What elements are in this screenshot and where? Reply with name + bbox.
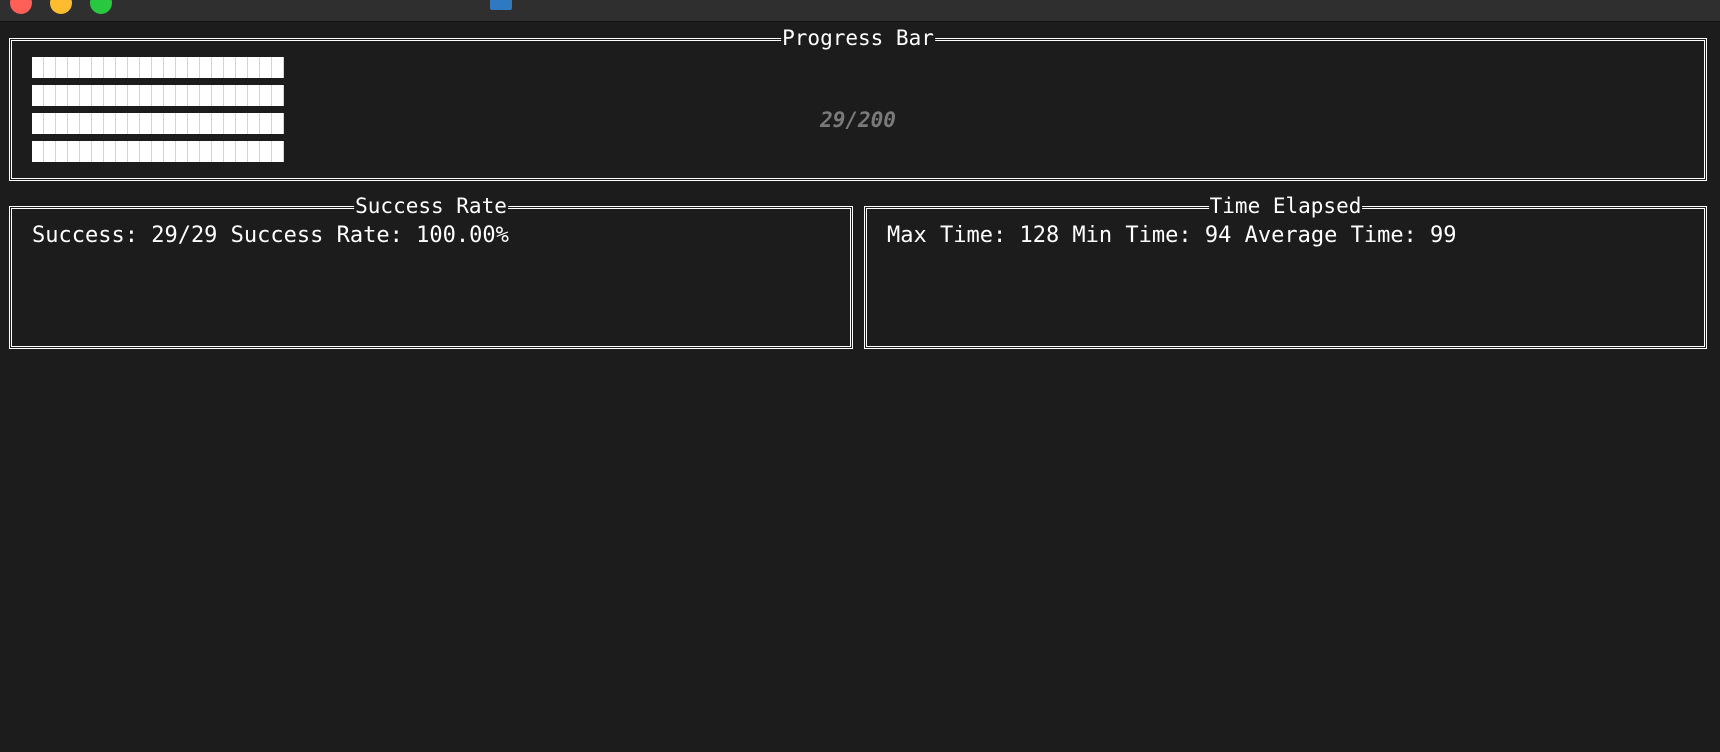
progress-bar-row: [32, 85, 284, 106]
progress-bar-title: Progress Bar: [781, 26, 935, 50]
progress-bar-fill: [32, 141, 284, 162]
progress-bar-fill: [32, 85, 284, 106]
success-rate-text: Success: 29/29 Success Rate: 100.00%: [32, 223, 509, 248]
time-elapsed-title: Time Elapsed: [1208, 194, 1363, 218]
progress-bar-fill: [32, 113, 284, 134]
progress-count-label: 29/200: [820, 108, 896, 132]
progress-bar-panel: Progress Bar 29/200: [9, 26, 1707, 181]
time-elapsed-text: Max Time: 128 Min Time: 94 Average Time:…: [887, 223, 1457, 248]
progress-bar-fill: [32, 57, 284, 78]
progress-bar-row: [32, 113, 284, 134]
maximize-window-button[interactable]: [90, 0, 112, 14]
window-titlebar: [0, 0, 1720, 22]
terminal-icon: [490, 0, 512, 10]
success-rate-title: Success Rate: [354, 194, 508, 218]
close-window-button[interactable]: [10, 0, 32, 14]
success-rate-panel: Success Rate Success: 29/29 Success Rate…: [9, 194, 853, 349]
window-title: [490, 0, 522, 12]
progress-bar-row: [32, 57, 284, 78]
minimize-window-button[interactable]: [50, 0, 72, 14]
progress-bar-row: [32, 141, 284, 162]
time-elapsed-panel: Time Elapsed Max Time: 128 Min Time: 94 …: [864, 194, 1707, 349]
progress-bar: [32, 57, 284, 169]
